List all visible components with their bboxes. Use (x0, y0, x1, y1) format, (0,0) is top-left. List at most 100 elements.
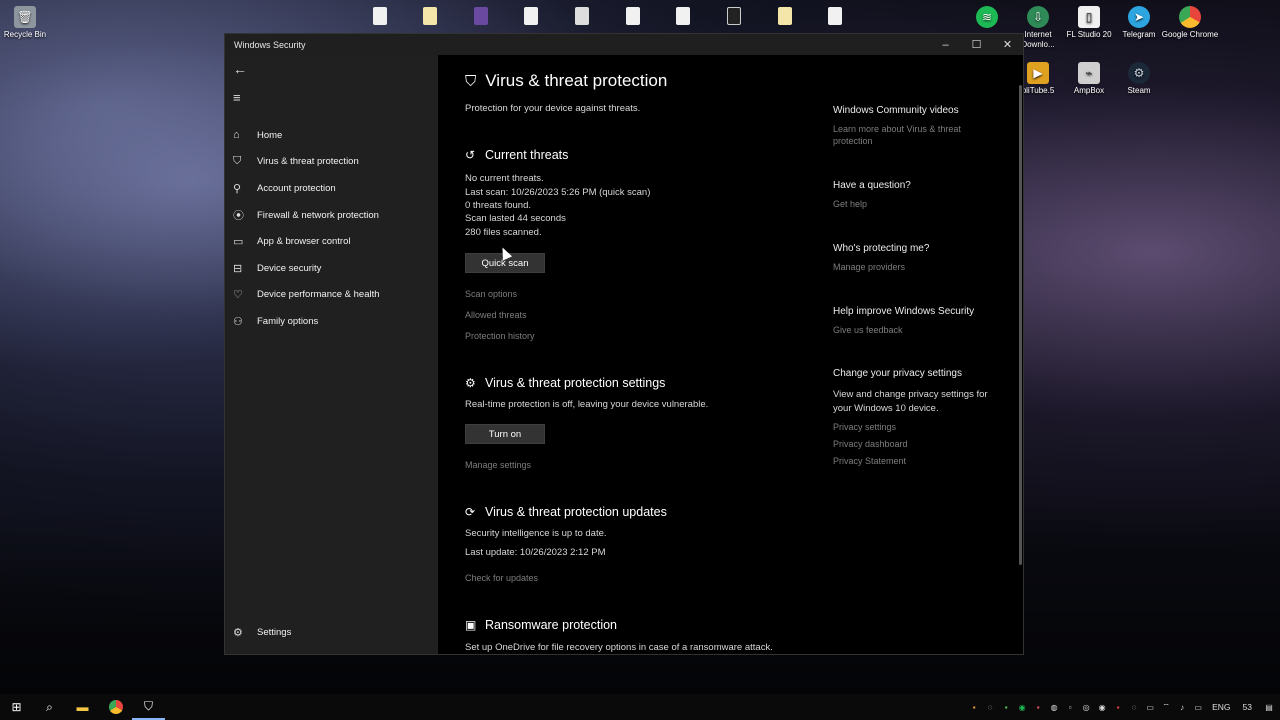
chrome-icon (108, 700, 123, 714)
close-button[interactable]: ✕ (992, 34, 1023, 55)
tray-app-icon[interactable]: ◌ (982, 703, 998, 712)
sidebar-item-device-security[interactable]: ⊟ Device security (225, 255, 438, 282)
tray-app-icon[interactable]: ◉ (1094, 703, 1110, 712)
desktop-file-icon[interactable] (676, 7, 690, 25)
taskbar: ⊞ ⌕ ▬ ⛉ ▪ ◌ ▪ ◉ ▪ ◍ ▫ ◎ ◉ ▪ ◌ ▭ ⌔ ♪ ▭ EN… (0, 694, 1280, 720)
maximize-button[interactable]: ☐ (961, 34, 992, 55)
last-scan-text: Last scan: 10/26/2023 5:26 PM (quick sca… (465, 187, 651, 198)
sidebar: ← ≡ ⌂ Home ⛉ Virus & threat protection ⚲… (225, 55, 438, 654)
fl-studio-icon: ▯ (1078, 6, 1100, 28)
sidebar-item-label: App & browser control (257, 236, 351, 248)
tray-app-icon[interactable]: ◉ (1014, 703, 1030, 712)
desktop-file-icon[interactable] (373, 7, 387, 25)
files-scanned-text: 280 files scanned. (465, 227, 542, 238)
scrollbar[interactable] (1019, 85, 1022, 565)
get-help-link[interactable]: Get help (833, 198, 983, 210)
back-arrow-icon[interactable]: ← (233, 61, 247, 77)
search-button[interactable]: ⌕ (33, 694, 66, 720)
tray-app-icon[interactable]: ▪ (1110, 703, 1126, 712)
section-heading-ransomware: ▣ Ransomware protection (465, 618, 618, 632)
sidebar-item-settings[interactable]: ⚙ Settings (225, 619, 438, 646)
minimize-button[interactable]: – (930, 34, 961, 55)
privacy-dashboard-link[interactable]: Privacy dashboard (833, 438, 983, 450)
question-heading: Have a question? (833, 180, 911, 191)
refresh-icon: ⟳ (465, 505, 476, 519)
sidebar-item-app-browser-control[interactable]: ▭ App & browser control (225, 228, 438, 255)
tray-app-icon[interactable]: ◎ (1078, 703, 1094, 712)
taskbar-windows-security[interactable]: ⛉ (132, 694, 165, 720)
hamburger-menu-icon[interactable]: ≡ (233, 90, 241, 105)
desktop-file-icon[interactable] (727, 7, 741, 25)
desktop-icon-steam[interactable]: ⚙ Steam (1109, 62, 1169, 96)
spotify-icon: ≋ (976, 6, 998, 28)
desktop-icon-google-chrome[interactable]: Google Chrome (1160, 6, 1220, 40)
privacy-statement-link[interactable]: Privacy Statement (833, 455, 983, 467)
realtime-protection-text: Real-time protection is off, leaving you… (465, 399, 709, 410)
desktop-icon-recycle-bin[interactable]: 🗑 Recycle Bin (0, 6, 55, 40)
sidebar-item-virus-threat-protection[interactable]: ⛉ Virus & threat protection (225, 149, 438, 176)
desktop-file-icon[interactable] (474, 7, 488, 25)
sidebar-item-label: Virus & threat protection (257, 156, 359, 168)
taskbar-file-explorer[interactable]: ▬ (66, 694, 99, 720)
gear-icon: ⚙ (233, 627, 243, 640)
shield-icon: ⛉ (233, 155, 242, 168)
tray-app-icon[interactable]: ◌ (1126, 703, 1142, 712)
start-button[interactable]: ⊞ (0, 694, 33, 720)
improve-heading: Help improve Windows Security (833, 306, 975, 317)
sidebar-item-account-protection[interactable]: ⚲ Account protection (225, 175, 438, 202)
scan-options-link[interactable]: Scan options (465, 289, 517, 299)
section-heading-current-threats: ↺ Current threats (465, 148, 569, 162)
turn-on-button[interactable]: Turn on (465, 424, 545, 444)
clock[interactable]: 53 (1237, 702, 1258, 712)
language-indicator[interactable]: ENG (1206, 702, 1236, 712)
search-icon: ⌕ (46, 699, 53, 714)
section-heading-protection-settings: ⚙ Virus & threat protection settings (465, 376, 666, 390)
recycle-bin-icon: 🗑 (14, 6, 36, 28)
learn-more-link[interactable]: Learn more about Virus & threat protecti… (833, 123, 983, 147)
volume-icon[interactable]: ♪ (1174, 703, 1190, 712)
desktop-file-icon[interactable] (575, 7, 589, 25)
tray-app-icon[interactable]: ▪ (1030, 703, 1046, 712)
give-feedback-link[interactable]: Give us feedback (833, 324, 983, 336)
sidebar-item-label: Settings (257, 627, 292, 639)
check-for-updates-link[interactable]: Check for updates (465, 573, 538, 583)
settings-gears-icon: ⚙ (465, 376, 476, 390)
tray-app-icon[interactable]: ▫ (1062, 703, 1078, 712)
manage-providers-link[interactable]: Manage providers (833, 261, 983, 273)
taskbar-chrome[interactable] (99, 694, 132, 720)
desktop-file-icon[interactable] (524, 7, 538, 25)
sidebar-item-label: Home (257, 129, 283, 141)
ransomware-text: Set up OneDrive for file recovery option… (465, 642, 773, 653)
privacy-settings-link[interactable]: Privacy settings (833, 421, 983, 433)
desktop-file-icon[interactable] (626, 7, 640, 25)
tray-app-icon[interactable]: ▭ (1142, 703, 1158, 712)
network-icon[interactable]: ⌔ (1158, 702, 1174, 712)
main-content: ⛉ Virus & threat protection Protection f… (438, 55, 1023, 654)
desktop-file-icon[interactable] (778, 7, 792, 25)
antenna-icon: ⦿ (233, 210, 244, 223)
title-bar[interactable]: Windows Security – ☐ ✕ (225, 34, 1023, 55)
sidebar-item-firewall[interactable]: ⦿ Firewall & network protection (225, 202, 438, 229)
protection-history-link[interactable]: Protection history (465, 331, 535, 341)
battery-icon[interactable]: ▭ (1190, 703, 1206, 712)
home-icon: ⌂ (233, 129, 240, 142)
page-subtitle: Protection for your device against threa… (465, 103, 641, 114)
intelligence-status-text: Security intelligence is up to date. (465, 528, 607, 539)
sidebar-item-family-options[interactable]: ⚇ Family options (225, 308, 438, 335)
sidebar-item-device-performance[interactable]: ♡ Device performance & health (225, 282, 438, 309)
tray-app-icon[interactable]: ▪ (998, 703, 1014, 712)
tray-app-icon[interactable]: ▪ (966, 703, 982, 712)
tray-app-icon[interactable]: ◍ (1046, 703, 1062, 712)
community-videos-heading: Windows Community videos (833, 105, 959, 116)
system-tray: ▪ ◌ ▪ ◉ ▪ ◍ ▫ ◎ ◉ ▪ ◌ ▭ ⌔ ♪ ▭ ENG 53 ▤ (966, 694, 1280, 720)
manage-settings-link[interactable]: Manage settings (465, 460, 531, 470)
desktop-file-icon[interactable] (828, 7, 842, 25)
allowed-threats-link[interactable]: Allowed threats (465, 310, 527, 320)
notifications-icon[interactable]: ▤ (1258, 703, 1280, 712)
telegram-icon: ➤ (1128, 6, 1150, 28)
laptop-icon: ⊟ (233, 262, 243, 275)
app-icon: ▶ (1027, 62, 1049, 84)
desktop-file-icon[interactable] (423, 7, 437, 25)
sidebar-item-home[interactable]: ⌂ Home (225, 122, 438, 149)
threat-status-text: No current threats. (465, 173, 544, 184)
